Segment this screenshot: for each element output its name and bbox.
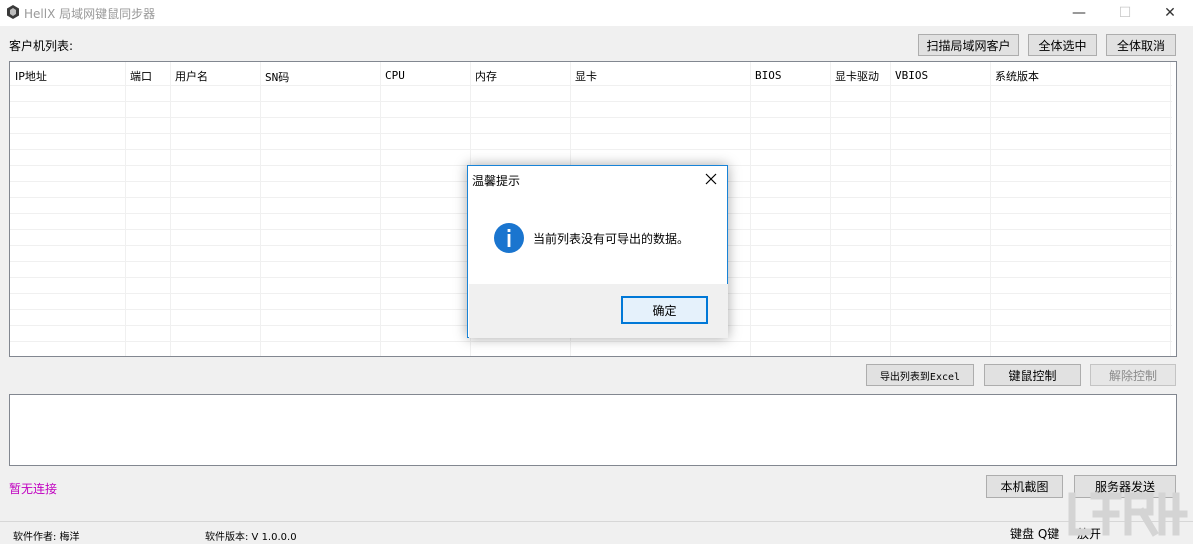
grid-row-divider: [10, 341, 1172, 342]
maximize-button[interactable]: ☐: [1102, 0, 1148, 26]
local-screenshot-button[interactable]: 本机截图: [986, 475, 1063, 498]
info-icon: [494, 223, 524, 253]
keyboard-q-status: 键盘 Q键: [1010, 527, 1060, 541]
column-header-sn[interactable]: SN码: [265, 69, 289, 85]
grid-column-divider: [990, 62, 991, 356]
scan-lan-clients-button[interactable]: 扫描局域网客户: [918, 34, 1019, 56]
grid-row-divider: [10, 133, 1172, 134]
window-title: HellX 局域网键鼠同步器: [24, 7, 156, 21]
minimize-button[interactable]: —: [1056, 0, 1102, 26]
log-output-box[interactable]: [9, 394, 1177, 466]
grid-column-divider: [125, 62, 126, 356]
grid-row-divider: [10, 117, 1172, 118]
grid-column-divider: [380, 62, 381, 356]
connection-status: 暂无连接: [9, 482, 58, 496]
author-label: 软件作者: 梅洋: [13, 532, 80, 543]
grid-row-divider: [10, 85, 1172, 86]
grid-column-divider: [1170, 62, 1171, 356]
client-list-label: 客户机列表:: [9, 39, 74, 53]
status-bar-divider: [0, 521, 1193, 522]
column-header-username[interactable]: 用户名: [175, 68, 208, 84]
grid-column-divider: [890, 62, 891, 356]
dialog-close-button[interactable]: [694, 166, 728, 192]
column-header-port[interactable]: 端口: [130, 68, 152, 84]
close-button[interactable]: ✕: [1147, 0, 1193, 26]
release-control-button: 解除控制: [1090, 364, 1176, 386]
close-icon: [705, 173, 717, 185]
ok-button[interactable]: 确定: [621, 296, 708, 324]
grid-column-divider: [830, 62, 831, 356]
column-header-gpu-driver[interactable]: 显卡驱动: [835, 68, 879, 84]
deselect-all-button[interactable]: 全体取消: [1106, 34, 1176, 56]
app-logo-icon: [7, 5, 19, 19]
export-excel-button[interactable]: 导出列表到Excel: [866, 364, 974, 386]
column-header-vbios[interactable]: VBIOS: [895, 69, 928, 82]
watermark-logo: [1068, 492, 1188, 537]
grid-row-divider: [10, 149, 1172, 150]
grid-column-divider: [750, 62, 751, 356]
title-bar: HellX 局域网键鼠同步器 — ☐ ✕: [0, 0, 1193, 26]
column-header-ip[interactable]: IP地址: [15, 68, 47, 84]
maximize-icon: ☐: [1118, 5, 1132, 21]
close-icon: ✕: [1164, 5, 1176, 21]
dialog-message: 当前列表没有可导出的数据。: [533, 232, 690, 246]
keyboard-mouse-control-button[interactable]: 键鼠控制: [984, 364, 1081, 386]
grid-column-divider: [170, 62, 171, 356]
dialog-title: 温馨提示: [472, 174, 521, 188]
column-header-bios[interactable]: BIOS: [755, 69, 782, 82]
column-header-os-version[interactable]: 系统版本: [995, 68, 1039, 84]
select-all-button[interactable]: 全体选中: [1028, 34, 1097, 56]
column-header-memory[interactable]: 内存: [475, 68, 497, 84]
grid-column-divider: [260, 62, 261, 356]
column-header-cpu[interactable]: CPU: [385, 69, 405, 82]
info-dialog: 温馨提示 当前列表没有可导出的数据。 确定: [467, 165, 728, 338]
version-label: 软件版本: V 1.0.0.0: [205, 532, 297, 543]
grid-row-divider: [10, 101, 1172, 102]
column-header-gpu[interactable]: 显卡: [575, 68, 597, 84]
minimize-icon: —: [1072, 5, 1086, 21]
